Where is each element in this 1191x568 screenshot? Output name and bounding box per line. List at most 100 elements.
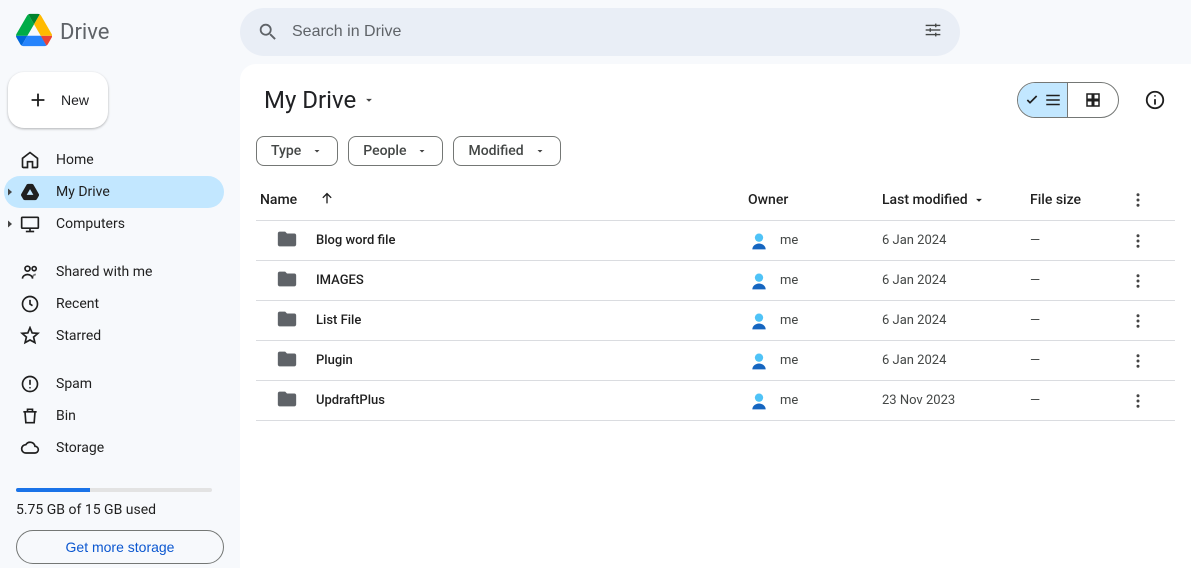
search-icon[interactable] — [248, 12, 288, 52]
header-right — [1017, 80, 1175, 120]
sidebar-item-mydrive[interactable]: My Drive — [4, 176, 224, 208]
row-menu-button[interactable] — [1120, 232, 1156, 250]
sidebar-item-starred[interactable]: Starred — [4, 320, 224, 352]
sidebar-item-label: My Drive — [56, 184, 110, 200]
storage-bar — [16, 488, 212, 492]
sidebar-item-recent[interactable]: Recent — [4, 288, 224, 320]
search-box[interactable] — [240, 8, 960, 56]
row-name: UpdraftPlus — [316, 393, 385, 408]
cloud-icon — [20, 438, 40, 458]
row-owner: me — [748, 390, 882, 412]
search-input[interactable] — [292, 23, 908, 41]
row-menu-button[interactable] — [1120, 352, 1156, 370]
sidebar-item-spam[interactable]: Spam — [4, 368, 224, 400]
chevron-right-icon[interactable] — [1, 218, 19, 230]
folder-icon — [276, 308, 298, 334]
owner-avatar-icon — [748, 390, 770, 412]
main-header: My Drive — [256, 80, 1175, 120]
row-name-cell: UpdraftPlus — [260, 388, 748, 414]
sidebar-item-home[interactable]: Home — [4, 144, 224, 176]
column-name[interactable]: Name — [260, 190, 748, 210]
chip-label: People — [363, 143, 406, 159]
grid-icon — [1084, 91, 1102, 109]
owner-label: me — [780, 233, 798, 248]
logo-area[interactable]: Drive — [16, 12, 240, 52]
column-size[interactable]: File size — [1030, 192, 1120, 208]
path-dropdown[interactable]: My Drive — [256, 82, 384, 118]
sidebar-item-label: Recent — [56, 296, 99, 312]
row-size: — — [1030, 273, 1120, 288]
column-label: Name — [260, 192, 297, 208]
caret-down-icon — [534, 145, 546, 157]
path-label: My Drive — [264, 86, 356, 114]
list-view-button[interactable] — [1018, 83, 1068, 117]
sidebar: New Home My Drive Computers Shared with … — [0, 64, 240, 568]
chip-people[interactable]: People — [348, 136, 443, 166]
row-name-cell: Blog word file — [260, 228, 748, 254]
row-name: Plugin — [316, 353, 353, 368]
sidebar-item-label: Home — [56, 152, 94, 168]
row-name: IMAGES — [316, 273, 364, 288]
search-filters-icon[interactable] — [912, 12, 952, 52]
owner-avatar-icon — [748, 230, 770, 252]
row-owner: me — [748, 350, 882, 372]
column-label: Owner — [748, 192, 788, 208]
info-button[interactable] — [1135, 80, 1175, 120]
chevron-right-icon[interactable] — [1, 186, 19, 198]
clock-icon — [20, 294, 40, 314]
row-name-cell: IMAGES — [260, 268, 748, 294]
table-row[interactable]: IMAGESme6 Jan 2024— — [256, 261, 1175, 301]
column-label: File size — [1030, 192, 1081, 208]
sort-arrow-up-icon[interactable] — [319, 190, 335, 210]
column-owner[interactable]: Owner — [748, 192, 882, 208]
sidebar-item-storage[interactable]: Storage — [4, 432, 224, 464]
column-label: Last modified — [882, 192, 968, 208]
table-row[interactable]: Blog word fileme6 Jan 2024— — [256, 221, 1175, 261]
sidebar-item-bin[interactable]: Bin — [4, 400, 224, 432]
storage-text: 5.75 GB of 15 GB used — [16, 502, 224, 518]
app-title: Drive — [60, 20, 109, 45]
grid-view-button[interactable] — [1068, 83, 1118, 117]
row-modified: 6 Jan 2024 — [882, 273, 1030, 288]
row-menu-button[interactable] — [1120, 312, 1156, 330]
list-icon — [1044, 91, 1062, 109]
table-row[interactable]: Pluginme6 Jan 2024— — [256, 341, 1175, 381]
column-modified[interactable]: Last modified — [882, 192, 1030, 208]
owner-avatar-icon — [748, 270, 770, 292]
drive-logo-icon — [16, 12, 52, 52]
row-menu-button[interactable] — [1120, 392, 1156, 410]
sidebar-item-shared[interactable]: Shared with me — [4, 256, 224, 288]
row-modified: 23 Nov 2023 — [882, 393, 1030, 408]
nav-group-1: Home My Drive Computers — [4, 144, 224, 240]
row-modified: 6 Jan 2024 — [882, 233, 1030, 248]
owner-avatar-icon — [748, 350, 770, 372]
chip-modified[interactable]: Modified — [453, 136, 560, 166]
filter-chips: Type People Modified — [256, 136, 1175, 166]
row-name-cell: Plugin — [260, 348, 748, 374]
plus-icon — [27, 89, 49, 111]
new-button[interactable]: New — [8, 72, 108, 128]
sidebar-item-label: Storage — [56, 440, 104, 456]
row-name: List File — [316, 313, 361, 328]
new-button-label: New — [61, 92, 89, 108]
row-name: Blog word file — [316, 233, 395, 248]
row-menu-button[interactable] — [1120, 272, 1156, 290]
sidebar-item-computers[interactable]: Computers — [4, 208, 224, 240]
check-icon — [1024, 92, 1040, 108]
owner-avatar-icon — [748, 310, 770, 332]
row-size: — — [1030, 393, 1120, 408]
row-name-cell: List File — [260, 308, 748, 334]
row-modified: 6 Jan 2024 — [882, 353, 1030, 368]
column-menu[interactable] — [1120, 191, 1156, 209]
row-size: — — [1030, 313, 1120, 328]
spam-icon — [20, 374, 40, 394]
table-row[interactable]: List Fileme6 Jan 2024— — [256, 301, 1175, 341]
nav-group-2: Shared with me Recent Starred — [4, 256, 224, 352]
caret-down-icon — [311, 145, 323, 157]
sidebar-item-label: Spam — [56, 376, 92, 392]
sidebar-item-label: Bin — [56, 408, 76, 424]
trash-icon — [20, 406, 40, 426]
get-storage-button[interactable]: Get more storage — [16, 530, 224, 564]
chip-type[interactable]: Type — [256, 136, 338, 166]
table-row[interactable]: UpdraftPlus me23 Nov 2023— — [256, 381, 1175, 421]
